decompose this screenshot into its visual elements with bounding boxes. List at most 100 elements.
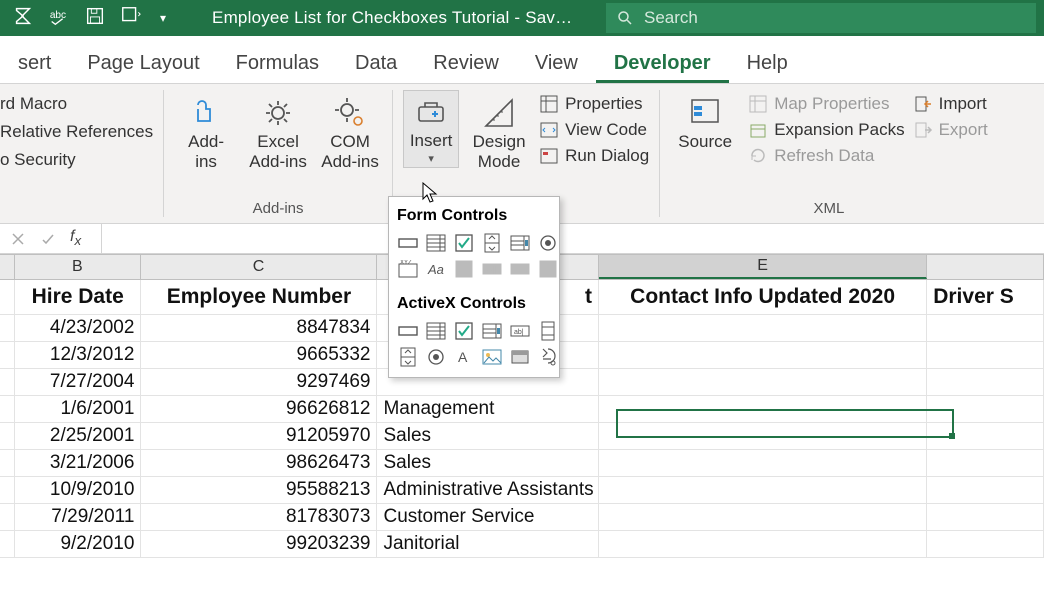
cell-contact[interactable] bbox=[599, 450, 927, 477]
form-spinner-icon[interactable] bbox=[479, 231, 505, 255]
cell-hire-date[interactable]: 9/2/2010 bbox=[15, 531, 141, 558]
insert-controls-button[interactable]: Insert ▾ bbox=[403, 90, 459, 168]
col-head-a[interactable] bbox=[0, 254, 15, 279]
cell-emp-number[interactable]: 8847834 bbox=[141, 315, 377, 342]
cell-contact[interactable] bbox=[599, 531, 927, 558]
form-checkbox-icon[interactable] bbox=[451, 231, 477, 255]
view-code-button[interactable]: View Code bbox=[539, 120, 649, 140]
form-combobox-icon[interactable] bbox=[423, 231, 449, 255]
col-head-c[interactable]: C bbox=[141, 254, 377, 279]
autosum-icon[interactable] bbox=[12, 5, 34, 32]
ax-textbox-icon[interactable]: ab| bbox=[507, 319, 533, 343]
col-head-b[interactable]: B bbox=[15, 254, 141, 279]
cell-contact[interactable] bbox=[599, 477, 927, 504]
cell-contact[interactable] bbox=[599, 396, 927, 423]
col-header-driver[interactable]: Driver S bbox=[927, 280, 1044, 315]
cell-contact[interactable] bbox=[599, 423, 927, 450]
cell-dept[interactable]: Sales bbox=[377, 450, 599, 477]
ax-label-icon[interactable]: A bbox=[451, 345, 477, 369]
form-listbox-icon[interactable] bbox=[507, 231, 533, 255]
qat-customize-chevron-icon[interactable]: ▾ bbox=[156, 11, 170, 25]
tab-help[interactable]: Help bbox=[729, 42, 806, 83]
cell-hire-date[interactable]: 1/6/2001 bbox=[15, 396, 141, 423]
cell-driver[interactable] bbox=[927, 423, 1044, 450]
cell-dept[interactable]: Sales bbox=[377, 423, 599, 450]
col-head-e[interactable]: E bbox=[599, 254, 928, 279]
relative-references-button[interactable]: Relative References bbox=[0, 122, 153, 142]
fx-label[interactable]: fx bbox=[70, 228, 81, 248]
touch-mode-icon[interactable] bbox=[120, 5, 142, 32]
cell-contact[interactable] bbox=[599, 315, 927, 342]
tab-developer[interactable]: Developer bbox=[596, 42, 729, 83]
cell-driver[interactable] bbox=[927, 315, 1044, 342]
search-box[interactable]: Search bbox=[606, 3, 1036, 33]
cell-hire-date[interactable]: 2/25/2001 bbox=[15, 423, 141, 450]
ax-togglebutton-icon[interactable] bbox=[507, 345, 533, 369]
save-icon[interactable] bbox=[84, 5, 106, 32]
ax-checkbox-icon[interactable] bbox=[451, 319, 477, 343]
tab-data[interactable]: Data bbox=[337, 42, 415, 83]
cell-emp-number[interactable]: 9665332 bbox=[141, 342, 377, 369]
cell-driver[interactable] bbox=[927, 477, 1044, 504]
form-groupbox-icon[interactable]: XYZ bbox=[395, 257, 421, 281]
cell-dept[interactable]: Administrative Assistants bbox=[377, 477, 599, 504]
xml-source-button[interactable]: Source bbox=[670, 90, 740, 152]
ax-scrollbar-icon[interactable] bbox=[535, 319, 561, 343]
cell-hire-date[interactable]: 3/21/2006 bbox=[15, 450, 141, 477]
col-head-f[interactable] bbox=[927, 254, 1044, 279]
cell-driver[interactable] bbox=[927, 369, 1044, 396]
cell-emp-number[interactable]: 91205970 bbox=[141, 423, 377, 450]
col-header-contact-updated[interactable]: Contact Info Updated 2020 bbox=[599, 280, 927, 315]
cell-hire-date[interactable]: 4/23/2002 bbox=[15, 315, 141, 342]
record-macro-button[interactable]: rd Macro bbox=[0, 94, 153, 114]
form-optionbutton-icon[interactable] bbox=[535, 231, 561, 255]
ax-morecontrols-icon[interactable] bbox=[535, 345, 561, 369]
cell-contact[interactable] bbox=[599, 369, 927, 396]
tab-review[interactable]: Review bbox=[415, 42, 517, 83]
properties-button[interactable]: Properties bbox=[539, 94, 649, 114]
ax-optionbutton-icon[interactable] bbox=[423, 345, 449, 369]
cell-emp-number[interactable]: 96626812 bbox=[141, 396, 377, 423]
cell-contact[interactable] bbox=[599, 342, 927, 369]
tab-formulas[interactable]: Formulas bbox=[218, 42, 337, 83]
cancel-icon[interactable] bbox=[10, 231, 26, 247]
cell-dept[interactable]: Customer Service bbox=[377, 504, 599, 531]
cell-driver[interactable] bbox=[927, 396, 1044, 423]
cell-contact[interactable] bbox=[599, 504, 927, 531]
enter-icon[interactable] bbox=[40, 231, 56, 247]
cell-dept[interactable]: Management bbox=[377, 396, 599, 423]
spellcheck-icon[interactable]: abc bbox=[48, 5, 70, 32]
macro-security-button[interactable]: o Security bbox=[0, 150, 153, 170]
cell-driver[interactable] bbox=[927, 450, 1044, 477]
form-label-icon[interactable]: Aa bbox=[423, 257, 449, 281]
cell-hire-date[interactable]: 10/9/2010 bbox=[15, 477, 141, 504]
design-mode-button[interactable]: Design Mode bbox=[467, 90, 531, 173]
cell-emp-number[interactable]: 81783073 bbox=[141, 504, 377, 531]
tab-insert[interactable]: sert bbox=[0, 42, 69, 83]
cell-driver[interactable] bbox=[927, 342, 1044, 369]
excel-addins-button[interactable]: Excel Add-ins bbox=[246, 90, 310, 173]
cell-hire-date[interactable]: 12/3/2012 bbox=[15, 342, 141, 369]
expansion-packs-button[interactable]: Expansion Packs bbox=[748, 120, 904, 140]
run-dialog-button[interactable]: Run Dialog bbox=[539, 146, 649, 166]
col-header-hire-date[interactable]: Hire Date bbox=[15, 280, 141, 315]
ax-combobox-icon[interactable] bbox=[423, 319, 449, 343]
cell-hire-date[interactable]: 7/29/2011 bbox=[15, 504, 141, 531]
addins-button[interactable]: Add- ins bbox=[174, 90, 238, 173]
cell-driver[interactable] bbox=[927, 504, 1044, 531]
cell-dept[interactable]: Janitorial bbox=[377, 531, 599, 558]
import-button[interactable]: Import bbox=[913, 94, 988, 114]
tab-page-layout[interactable]: Page Layout bbox=[69, 42, 217, 83]
cell-driver[interactable] bbox=[927, 531, 1044, 558]
ax-spinbutton-icon[interactable] bbox=[395, 345, 421, 369]
form-button-icon[interactable] bbox=[395, 231, 421, 255]
tab-view[interactable]: View bbox=[517, 42, 596, 83]
formula-input[interactable] bbox=[101, 224, 1034, 253]
cell-emp-number[interactable]: 9297469 bbox=[141, 369, 377, 396]
ax-commandbutton-icon[interactable] bbox=[395, 319, 421, 343]
ax-image-icon[interactable] bbox=[479, 345, 505, 369]
ax-listbox-icon[interactable] bbox=[479, 319, 505, 343]
cell-emp-number[interactable]: 98626473 bbox=[141, 450, 377, 477]
com-addins-button[interactable]: COM Add-ins bbox=[318, 90, 382, 173]
col-header-employee-number[interactable]: Employee Number bbox=[141, 280, 377, 315]
